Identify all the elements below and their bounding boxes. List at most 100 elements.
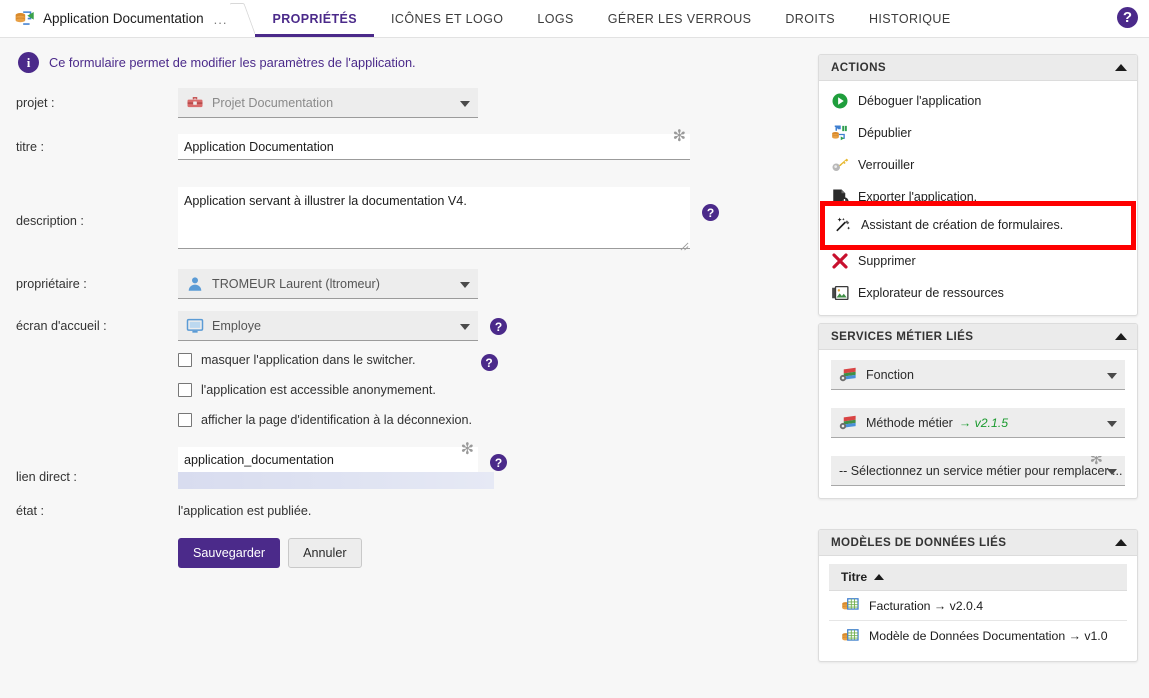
table-row[interactable]: Modèle de Données Documentation → v1.0 xyxy=(829,621,1127,651)
service-replace-select-value: -- Sélectionnez un service métier pour r… xyxy=(839,463,1123,478)
ecran-accueil-help-icon[interactable]: ? xyxy=(490,318,507,335)
panel-actions-header[interactable]: ACTIONS xyxy=(819,55,1137,81)
titre-required-mark: ✻ xyxy=(672,128,686,145)
cancel-button[interactable]: Annuler xyxy=(288,538,362,568)
key-icon xyxy=(832,158,849,171)
action-item-supprimer[interactable]: Supprimer xyxy=(819,245,1137,277)
application-properties-form: projet : Projet Documentation titre : Ap… xyxy=(0,88,800,568)
modeles-column-header-titre[interactable]: Titre xyxy=(829,564,1127,591)
action-label-exporter: Exporter l'application. xyxy=(858,190,978,204)
service-select-methode-metier[interactable]: Méthode métier → v2.1.5 xyxy=(831,408,1125,438)
breadcrumb-app-title: Application Documentation xyxy=(43,11,204,26)
resource-explorer-icon xyxy=(832,285,849,301)
panel-modeles-body: Titre Facturation → v2.0.4 Modèle de Don… xyxy=(819,556,1137,661)
label-proprietaire: propriétaire : xyxy=(16,277,87,291)
description-help-icon[interactable]: ? xyxy=(702,204,719,221)
field-row-ecran-accueil: écran d'accueil : Employe ? xyxy=(0,308,800,348)
description-textarea[interactable]: Application servant à illustrer la docum… xyxy=(178,187,690,249)
panel-services-metier: SERVICES MÉTIER LIÉS Fonction Méthode mé… xyxy=(818,323,1138,499)
etat-value: l'application est publiée. xyxy=(178,504,312,518)
proprietaire-select[interactable]: TROMEUR Laurent (ltromeur) xyxy=(178,269,478,299)
chevron-down-icon xyxy=(460,323,470,330)
field-row-lien-direct: lien direct : ✻ ? xyxy=(0,442,800,502)
checkbox-label-page-identification: afficher la page d'identification à la d… xyxy=(201,413,473,427)
chevron-down-icon xyxy=(1107,372,1117,379)
chevron-down-icon xyxy=(1107,420,1117,427)
chevron-up-icon[interactable] xyxy=(1115,539,1127,546)
breadcrumb-separator xyxy=(233,0,255,37)
projet-select[interactable]: Projet Documentation xyxy=(178,88,478,118)
checkbox-page-identification[interactable] xyxy=(178,413,192,427)
ecran-accueil-select-value: Employe xyxy=(212,318,261,333)
modeles-column-header-label: Titre xyxy=(841,570,868,584)
label-ecran-accueil: écran d'accueil : xyxy=(16,319,107,333)
masquer-switcher-help-icon[interactable]: ? xyxy=(480,354,498,371)
delete-x-icon xyxy=(832,253,848,269)
titre-input[interactable] xyxy=(178,134,690,160)
tab-icones-et-logo[interactable]: ICÔNES ET LOGO xyxy=(374,0,520,37)
chevron-up-icon[interactable] xyxy=(1115,333,1127,340)
action-item-verrouiller[interactable]: Verrouiller xyxy=(819,149,1137,181)
action-label-depublier: Dépublier xyxy=(858,126,912,140)
breadcrumb[interactable]: Application Documentation ... xyxy=(0,0,233,37)
highlighted-action-label: Assistant de création de formulaires. xyxy=(861,218,1064,232)
panel-modeles-donnees: MODÈLES DE DONNÉES LIÉS Titre Facturatio… xyxy=(818,529,1138,662)
panel-actions-body: Déboguer l'application Dépublier Verroui… xyxy=(819,81,1137,315)
action-label-supprimer: Supprimer xyxy=(858,254,916,268)
service-label-methode-metier: Méthode métier xyxy=(866,415,953,430)
tab-proprietes[interactable]: PROPRIÉTÉS xyxy=(255,0,374,37)
panel-actions-title: ACTIONS xyxy=(831,61,886,74)
service-replace-select[interactable]: -- Sélectionnez un service métier pour r… xyxy=(831,456,1125,486)
tab-droits[interactable]: DROITS xyxy=(768,0,852,37)
service-label-fonction: Fonction xyxy=(866,367,914,382)
breadcrumb-ellipsis[interactable]: ... xyxy=(214,12,228,27)
ecran-accueil-select[interactable]: Employe xyxy=(178,311,478,341)
checkbox-acces-anonyme[interactable] xyxy=(178,383,192,397)
highlighted-action-assistant-formulaires[interactable]: Assistant de création de formulaires. xyxy=(834,216,1063,234)
service-select-fonction[interactable]: Fonction xyxy=(831,360,1125,390)
save-button[interactable]: Sauvegarder xyxy=(178,538,281,568)
action-label-explorateur-ressources: Explorateur de ressources xyxy=(858,286,1004,300)
tab-logs[interactable]: LOGS xyxy=(520,0,590,37)
checkbox-label-acces-anonyme: l'application est accessible anonymement… xyxy=(201,383,436,397)
data-model-icon xyxy=(842,628,859,641)
table-row[interactable]: Facturation → v2.0.4 xyxy=(829,591,1127,621)
service-version-methode-metier: → v2.1.5 xyxy=(958,415,1009,430)
table-cell-titre: Facturation → v2.0.4 xyxy=(869,598,984,613)
field-row-checkbox-identification: afficher la page d'identification à la d… xyxy=(0,408,800,444)
panel-actions: ACTIONS Déboguer l'application Dépublier… xyxy=(818,54,1138,316)
label-etat: état : xyxy=(16,504,45,518)
info-banner-text: Ce formulaire permet de modifier les par… xyxy=(49,55,416,70)
monitor-icon xyxy=(186,318,204,333)
chevron-up-icon[interactable] xyxy=(1115,64,1127,71)
toolbox-icon xyxy=(187,96,203,107)
help-circle-icon[interactable]: ? xyxy=(1117,7,1138,28)
field-row-checkbox-masquer: masquer l'application dans le switcher. … xyxy=(0,348,800,378)
top-navigation-bar: Application Documentation ... PROPRIÉTÉS… xyxy=(0,0,1149,38)
field-row-projet: projet : Projet Documentation xyxy=(0,88,800,130)
lien-direct-autocomplete-bar[interactable] xyxy=(178,472,494,489)
proprietaire-select-value: TROMEUR Laurent (ltromeur) xyxy=(212,276,380,291)
app-database-arrow-icon xyxy=(15,10,34,25)
service-replace-required-mark: ✻ xyxy=(1089,456,1103,468)
chevron-down-icon xyxy=(1107,468,1117,475)
checkbox-label-masquer-switcher: masquer l'application dans le switcher. xyxy=(201,353,416,367)
tab-historique[interactable]: HISTORIQUE xyxy=(852,0,968,37)
action-item-depublier[interactable]: Dépublier xyxy=(819,117,1137,149)
field-row-description: description : Application servant à illu… xyxy=(0,187,800,266)
lien-direct-input[interactable] xyxy=(178,447,478,473)
tab-gerer-les-verrous[interactable]: GÉRER LES VERROUS xyxy=(591,0,769,37)
chevron-down-icon xyxy=(460,100,470,107)
panel-services-header[interactable]: SERVICES MÉTIER LIÉS xyxy=(819,324,1137,350)
checkbox-masquer-switcher[interactable] xyxy=(178,353,192,367)
magic-wand-icon xyxy=(836,217,851,232)
export-icon xyxy=(833,189,849,206)
chevron-down-icon xyxy=(460,281,470,288)
action-item-deboguer[interactable]: Déboguer l'application xyxy=(819,85,1137,117)
label-titre: titre : xyxy=(16,140,44,154)
info-banner: i Ce formulaire permet de modifier les p… xyxy=(18,52,416,73)
action-item-explorateur-ressources[interactable]: Explorateur de ressources xyxy=(819,277,1137,309)
action-item-exporter[interactable]: Exporter l'application. xyxy=(819,181,1137,213)
panel-modeles-header[interactable]: MODÈLES DE DONNÉES LIÉS xyxy=(819,530,1137,556)
lien-direct-help-icon[interactable]: ? xyxy=(490,454,507,471)
